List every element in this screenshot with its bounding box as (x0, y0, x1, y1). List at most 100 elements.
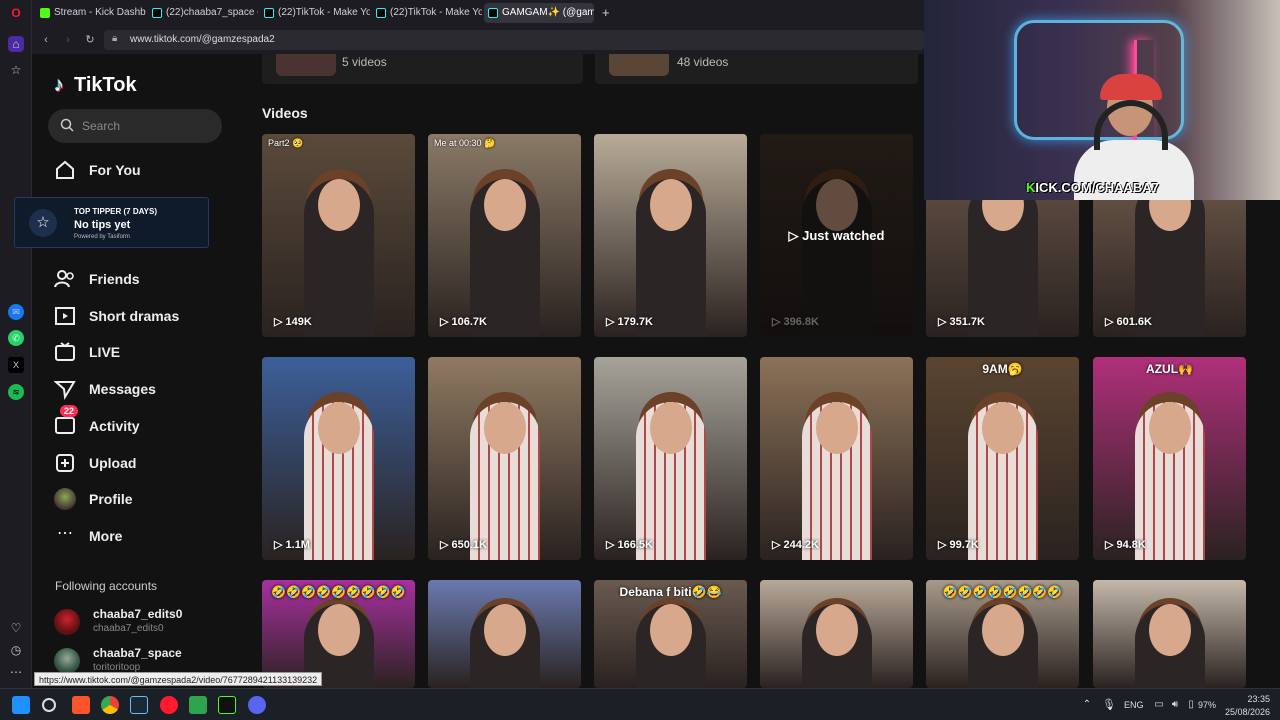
language-indicator[interactable]: ENG (1124, 700, 1144, 710)
tab-tiktok-1[interactable]: (22)TikTok - Make Your Da (260, 3, 370, 23)
new-tab-button[interactable]: + (598, 3, 616, 23)
tab-tiktok-2[interactable]: (22)TikTok - Make Your Da (372, 3, 482, 23)
discord-icon[interactable] (248, 696, 266, 714)
video-card[interactable]: 🤣🤣🤣🤣🤣🤣🤣🤣 (926, 580, 1079, 688)
view-count-value: 351.7K (949, 316, 985, 328)
forward-icon[interactable]: › (60, 32, 76, 48)
battery-percent: 97% (1198, 700, 1217, 710)
opera-logo-icon[interactable]: O (8, 5, 24, 21)
video-thumbnail-figure (1148, 603, 1191, 656)
nav-upload[interactable]: Upload (54, 450, 234, 476)
status-url-tooltip: https://www.tiktok.com/@gamzespada2/vide… (34, 672, 323, 686)
play-icon: ▷ (274, 316, 286, 328)
video-card[interactable]: ▷ 1.1M (262, 357, 415, 560)
video-card[interactable] (428, 580, 581, 688)
heart-icon[interactable]: ♡ (8, 620, 24, 636)
video-thumbnail-figure (317, 401, 360, 454)
view-count-value: 244.2K (783, 539, 819, 551)
avatar (54, 488, 76, 510)
tab-kick-dashboard[interactable]: Stream - Kick Dashboard (36, 3, 146, 23)
video-card[interactable]: Part2 🥺 ▷ 149K (262, 134, 415, 337)
more-icon[interactable]: ⋯ (8, 664, 24, 680)
playlist-thumbnail (609, 54, 669, 76)
nav-messages[interactable]: Messages (54, 376, 234, 402)
more-icon: ⋯ (57, 525, 73, 542)
activity-icon (55, 417, 75, 434)
url-field[interactable]: 🔒︎ www.tiktok.com/@gamzespada2 (104, 30, 924, 50)
video-caption: 9AM🥱 (982, 362, 1023, 376)
video-thumbnail-figure (483, 603, 526, 656)
clock-date[interactable]: 25/08/2026 (1222, 707, 1270, 717)
play-icon: ▷ (440, 539, 452, 551)
friends-icon (54, 270, 74, 288)
opera-icon[interactable] (160, 696, 178, 714)
view-count: ▷ 166.5K (606, 538, 653, 551)
home-icon[interactable]: ⌂ (8, 36, 24, 52)
back-icon[interactable]: ‹ (38, 32, 54, 48)
play-icon: ▷ (772, 316, 784, 328)
tab-gamgam-active[interactable]: GAMGAM✨ (@gamzesp (484, 3, 594, 23)
brave-icon[interactable] (72, 696, 90, 714)
nav-profile[interactable]: Profile (54, 486, 234, 512)
windows-start-icon[interactable] (12, 696, 30, 714)
view-count-value: 396.8K (783, 316, 819, 328)
messenger-icon[interactable]: ✉ (8, 304, 24, 320)
following-accounts-title: Following accounts (55, 579, 158, 593)
video-card[interactable]: 9AM🥱 ▷ 99.7K (926, 357, 1079, 560)
x-twitter-icon[interactable]: X (8, 357, 24, 373)
view-count-value: 650.1K (451, 539, 487, 551)
video-thumbnail-figure (649, 401, 692, 454)
chevron-up-icon[interactable]: ⌃ (1078, 696, 1096, 714)
view-count-value: 99.7K (949, 539, 979, 551)
video-card[interactable]: ▷ 650.1K (428, 357, 581, 560)
video-card[interactable]: ▷ 166.5K (594, 357, 747, 560)
nav-activity[interactable]: 22 Activity (54, 405, 234, 439)
video-card[interactable]: Me at 00:30 🤔 ▷ 106.7K (428, 134, 581, 337)
terminal-icon[interactable] (218, 696, 236, 714)
clock-time[interactable]: 23:35 (1236, 694, 1270, 704)
chrome-icon[interactable] (101, 696, 119, 714)
tiktok-icon (376, 8, 386, 18)
search-placeholder: Search (82, 119, 121, 133)
video-caption: Debana f biti🤣😂 (619, 585, 722, 599)
tipper-powered-by: Powered by Tasiform (74, 234, 130, 240)
tiktok-icon (264, 8, 274, 18)
nav-short-dramas[interactable]: Short dramas (54, 303, 234, 329)
search-icon[interactable] (42, 698, 56, 712)
nav-friends[interactable]: Friends (54, 266, 234, 292)
reload-icon[interactable]: ↻ (82, 32, 98, 48)
tab-chaaba7-space[interactable]: (22)chaaba7_space (@tor (148, 3, 258, 23)
playlist-card[interactable]: 48 videos (595, 54, 918, 84)
webcam-overlay: KICK.COM/CHAABA7 (924, 0, 1280, 200)
video-thumbnail-figure (317, 178, 360, 231)
microphone-icon[interactable]: 🎙︎ (1100, 696, 1118, 714)
history-icon[interactable]: ◷ (8, 642, 24, 658)
tiktok-logo[interactable]: ♪ TikTok (54, 74, 137, 97)
whatsapp-icon[interactable]: ✆ (8, 330, 24, 346)
video-thumbnail-figure (483, 401, 526, 454)
nav-live[interactable]: LIVE (54, 339, 234, 365)
video-card[interactable] (1093, 580, 1246, 688)
spotify-icon[interactable]: ≋ (8, 384, 24, 400)
url-text[interactable]: www.tiktok.com/@gamzespada2 (130, 34, 275, 45)
view-count: ▷ 1.1M (274, 538, 310, 551)
following-account-item[interactable]: chaaba7_edits0 chaaba7_edits0 (54, 607, 234, 639)
app-icon[interactable] (189, 696, 207, 714)
view-count-value: 149K (285, 316, 312, 328)
video-card[interactable]: ▷ 244.2K (760, 357, 913, 560)
video-card[interactable]: AZUL🙌 ▷ 94.8K (1093, 357, 1246, 560)
video-card[interactable] (760, 580, 913, 688)
view-count: ▷ 106.7K (440, 315, 487, 328)
steam-icon[interactable] (130, 696, 148, 714)
video-card[interactable]: Debana f biti🤣😂 (594, 580, 747, 688)
video-card[interactable]: ▷ Just watched ▷ 396.8K (760, 134, 913, 337)
play-icon: ▷ (938, 316, 950, 328)
bookmark-star-icon[interactable]: ☆ (8, 62, 24, 78)
video-card[interactable]: ▷ 179.7K (594, 134, 747, 337)
view-count: ▷ 244.2K (772, 538, 819, 551)
tipper-title: TOP TIPPER (7 DAYS) (74, 207, 157, 216)
nav-for-you[interactable]: For You (54, 157, 234, 183)
nav-more[interactable]: ⋯ More (54, 523, 234, 549)
search-input[interactable]: Search (48, 109, 222, 143)
playlist-card[interactable]: 5 videos (262, 54, 583, 84)
